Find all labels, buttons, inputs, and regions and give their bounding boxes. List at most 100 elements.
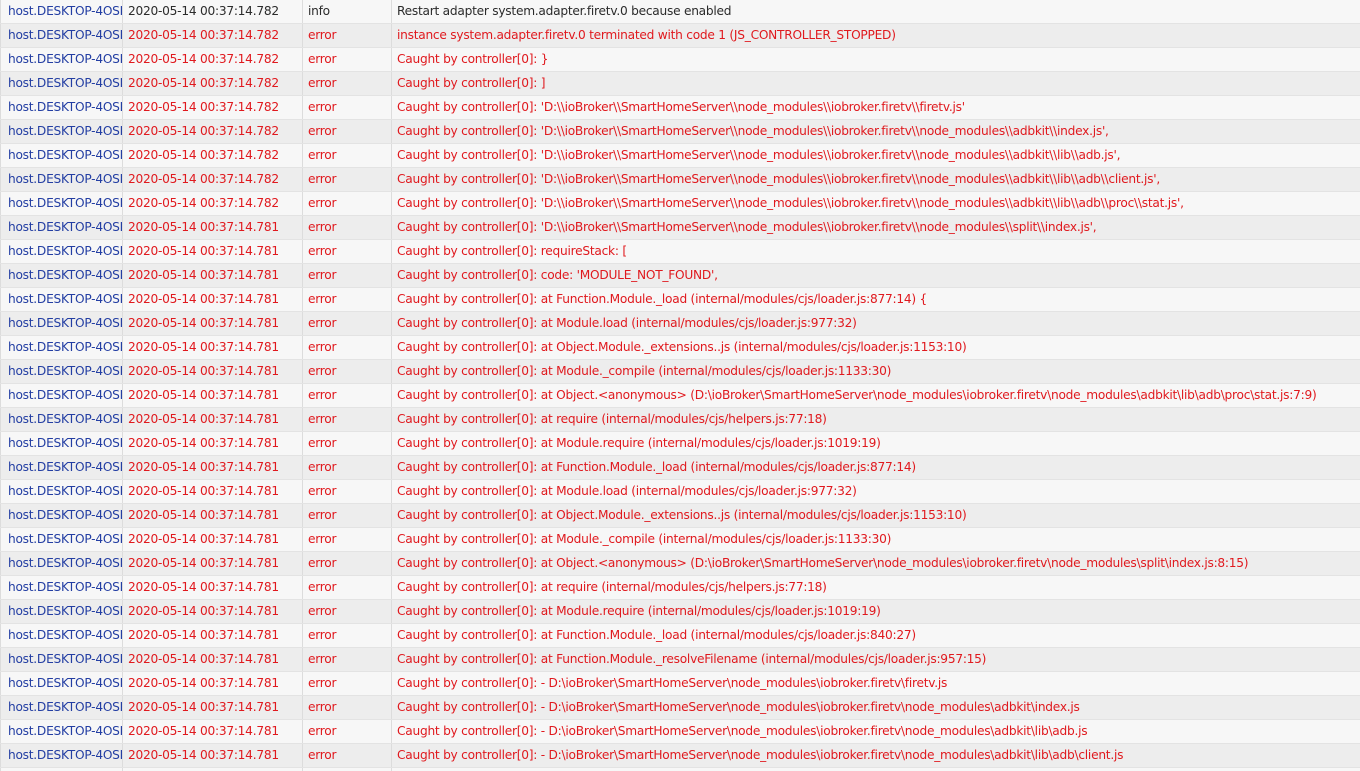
log-host-cell: host.DESKTOP-4OSF xyxy=(0,480,123,503)
log-message-cell: Caught by controller[0]: 'D:\\ioBroker\\… xyxy=(397,172,1160,186)
log-message-cell: Caught by controller[0]: - D:\ioBroker\S… xyxy=(397,724,1088,738)
log-message-cell: Caught by controller[0]: at require (int… xyxy=(397,412,827,426)
log-host-cell: host.DESKTOP-4OSF xyxy=(0,144,123,167)
log-time-cell: 2020-05-14 00:37:14.781 xyxy=(123,624,303,647)
log-message-cell: Caught by controller[0]: at Module.load … xyxy=(397,484,857,498)
log-time-cell: 2020-05-14 00:37:14.781 xyxy=(123,408,303,431)
log-time-cell: 2020-05-14 00:37:14.781 xyxy=(123,360,303,383)
table-row: host.DESKTOP-4OSF 2020-05-14 00:37:14.781… xyxy=(0,288,1360,312)
table-row: host.DESKTOP-4OSF 2020-05-14 00:37:14.781… xyxy=(0,552,1360,576)
log-host-cell: host.DESKTOP-4OSF xyxy=(0,120,123,143)
log-time-cell: 2020-05-14 00:37:14.781 xyxy=(123,648,303,671)
log-message-cell: Caught by controller[0]: requireStack: [ xyxy=(397,244,627,258)
log-time-cell: 2020-05-14 00:37:14.781 xyxy=(123,480,303,503)
log-severity-cell: error xyxy=(303,624,392,647)
log-severity-cell: error xyxy=(303,120,392,143)
log-severity-cell: error xyxy=(303,96,392,119)
log-time-cell: 2020-05-14 00:37:14.781 xyxy=(123,720,303,743)
log-message-cell: Caught by controller[0]: 'D:\\ioBroker\\… xyxy=(397,148,1121,162)
log-message-cell: Caught by controller[0]: at Module.requi… xyxy=(397,436,881,450)
log-time-cell: 2020-05-14 00:37:14.781 xyxy=(123,528,303,551)
log-time-cell: 2020-05-14 00:37:14.781 xyxy=(123,576,303,599)
log-host-cell: host.DESKTOP-4OSF xyxy=(0,528,123,551)
table-row: host.DESKTOP-4OSF 2020-05-14 00:37:14.781… xyxy=(0,240,1360,264)
log-severity-cell: error xyxy=(303,384,392,407)
table-row: host.DESKTOP-4OSF 2020-05-14 00:37:14.781… xyxy=(0,360,1360,384)
log-message-cell: Caught by controller[0]: 'D:\\ioBroker\\… xyxy=(397,196,1184,210)
log-message-cell: Caught by controller[0]: 'D:\\ioBroker\\… xyxy=(397,220,1097,234)
table-row: host.DESKTOP-4OSF 2020-05-14 00:37:14.781… xyxy=(0,528,1360,552)
log-severity-cell: error xyxy=(303,672,392,695)
log-host-cell: host.DESKTOP-4OSF xyxy=(0,240,123,263)
log-host-cell: host.DESKTOP-4OSF xyxy=(0,360,123,383)
table-row: host.DESKTOP-4OSF 2020-05-14 00:37:14.782… xyxy=(0,96,1360,120)
log-message-cell: Caught by controller[0]: - D:\ioBroker\S… xyxy=(397,676,948,690)
log-host-cell: host.DESKTOP-4OSF xyxy=(0,216,123,239)
log-time-cell: 2020-05-14 00:37:14.782 xyxy=(123,24,303,47)
log-severity-cell: error xyxy=(303,600,392,623)
table-row: host.DESKTOP-4OSF 2020-05-14 00:37:14.781… xyxy=(0,384,1360,408)
log-host-cell: host.DESKTOP-4OSF xyxy=(0,288,123,311)
log-severity-cell: error xyxy=(303,408,392,431)
log-time-cell: 2020-05-14 00:37:14.781 xyxy=(123,264,303,287)
log-message-cell: Caught by controller[0]: 'D:\\ioBroker\\… xyxy=(397,124,1109,138)
table-row: host.DESKTOP-4OSF 2020-05-14 00:37:14.781… xyxy=(0,264,1360,288)
log-message-cell: Caught by controller[0]: at Object.Modul… xyxy=(397,508,967,522)
table-row: host.DESKTOP-4OSF 2020-05-14 00:37:14.782… xyxy=(0,192,1360,216)
log-message-cell: Caught by controller[0]: at Object.<anon… xyxy=(397,556,1249,570)
log-message-cell: Caught by controller[0]: at Module._comp… xyxy=(397,532,892,546)
log-severity-cell: error xyxy=(303,744,392,767)
log-message-cell: instance system.adapter.firetv.0 termina… xyxy=(397,28,896,42)
log-host-cell: host.DESKTOP-4OSF xyxy=(0,744,123,767)
log-host-cell: host.DESKTOP-4OSF xyxy=(0,192,123,215)
log-host-cell: host.DESKTOP-4OSF xyxy=(0,552,123,575)
log-severity-cell: error xyxy=(303,48,392,71)
log-severity-cell: info xyxy=(303,0,392,23)
log-time-cell: 2020-05-14 00:37:14.781 xyxy=(123,552,303,575)
log-time-cell: 2020-05-14 00:37:14.782 xyxy=(123,120,303,143)
log-severity-cell: error xyxy=(303,192,392,215)
log-time-cell: 2020-05-14 00:37:14.781 xyxy=(123,336,303,359)
log-message-cell: Caught by controller[0]: at Object.Modul… xyxy=(397,340,967,354)
table-row: host.DESKTOP-4OSF 2020-05-14 00:37:14.782… xyxy=(0,168,1360,192)
log-severity-cell: error xyxy=(303,552,392,575)
table-row: host.DESKTOP-4OSF 2020-05-14 00:37:14.781… xyxy=(0,336,1360,360)
log-severity-cell: error xyxy=(303,240,392,263)
table-row: host.DESKTOP-4OSF 2020-05-14 00:37:14.781… xyxy=(0,648,1360,672)
table-row: host.DESKTOP-4OSF 2020-05-14 00:37:14.781… xyxy=(0,456,1360,480)
log-host-cell: host.DESKTOP-4OSF xyxy=(0,48,123,71)
table-row: host.DESKTOP-4OSF 2020-05-14 00:37:14.782… xyxy=(0,72,1360,96)
log-host-cell: host.DESKTOP-4OSF xyxy=(0,96,123,119)
log-severity-cell: error xyxy=(303,216,392,239)
log-time-cell: 2020-05-14 00:37:14.782 xyxy=(123,48,303,71)
log-host-cell: host.DESKTOP-4OSF xyxy=(0,72,123,95)
log-severity-cell: error xyxy=(303,432,392,455)
log-time-cell: 2020-05-14 00:37:14.782 xyxy=(123,72,303,95)
table-row: host.DESKTOP-4OSF 2020-05-14 00:37:14.781… xyxy=(0,624,1360,648)
log-time-cell: 2020-05-14 00:37:14.782 xyxy=(123,168,303,191)
log-severity-cell: error xyxy=(303,360,392,383)
log-severity-cell: error xyxy=(303,336,392,359)
log-message-cell: Caught by controller[0]: code: 'MODULE_N… xyxy=(397,268,718,282)
table-row: host.DESKTOP-4OSF 2020-05-14 00:37:14.781… xyxy=(0,504,1360,528)
log-table: host.DESKTOP-4OSF 2020-05-14 00:37:14.782… xyxy=(0,0,1360,771)
log-host-cell: host.DESKTOP-4OSF xyxy=(0,600,123,623)
log-host-cell: host.DESKTOP-4OSF xyxy=(0,312,123,335)
log-severity-cell: error xyxy=(303,528,392,551)
log-rows: host.DESKTOP-4OSF 2020-05-14 00:37:14.782… xyxy=(0,0,1360,768)
table-row: host.DESKTOP-4OSF 2020-05-14 00:37:14.782… xyxy=(0,144,1360,168)
log-severity-cell: error xyxy=(303,480,392,503)
table-row: host.DESKTOP-4OSF 2020-05-14 00:37:14.781… xyxy=(0,720,1360,744)
log-message-cell: Caught by controller[0]: at Module.load … xyxy=(397,316,857,330)
log-time-cell: 2020-05-14 00:37:14.781 xyxy=(123,216,303,239)
table-row: host.DESKTOP-4OSF 2020-05-14 00:37:14.781… xyxy=(0,672,1360,696)
log-time-cell: 2020-05-14 00:37:14.781 xyxy=(123,312,303,335)
log-host-cell: host.DESKTOP-4OSF xyxy=(0,648,123,671)
log-host-cell: host.DESKTOP-4OSF xyxy=(0,504,123,527)
log-host-cell: host.DESKTOP-4OSF xyxy=(0,576,123,599)
log-time-cell: 2020-05-14 00:37:14.782 xyxy=(123,0,303,23)
log-host-cell: host.DESKTOP-4OSF xyxy=(0,384,123,407)
log-severity-cell: error xyxy=(303,456,392,479)
log-severity-cell: error xyxy=(303,576,392,599)
log-time-cell: 2020-05-14 00:37:14.781 xyxy=(123,456,303,479)
